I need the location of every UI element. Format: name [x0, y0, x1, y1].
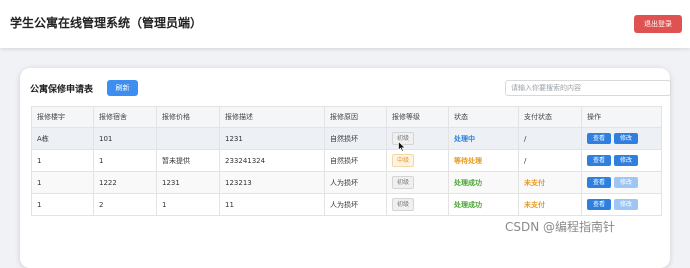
status-text: 处理成功 — [454, 178, 482, 187]
table-header-row: 报修楼宇 报修宿舍 报修价格 报修描述 报修原因 报修等级 状态 支付状态 操作 — [31, 106, 662, 128]
view-button[interactable]: 查看 — [587, 155, 611, 166]
reason-cell: 人为损坏 — [324, 193, 387, 216]
level-cell: 初级 — [386, 193, 449, 216]
top-bar: 学生公寓在线管理系统（管理员端） 退出登录 — [0, 0, 690, 48]
table-row[interactable]: 1 1222 1231 123213 人为损坏 初级 处理成功 未支付 查看 修改 — [31, 171, 662, 194]
mouse-cursor-icon — [398, 141, 406, 152]
column-header: 状态 — [448, 106, 519, 128]
column-header: 支付状态 — [518, 106, 582, 128]
building-cell: 1 — [31, 193, 94, 216]
column-header: 报修楼宇 — [31, 106, 94, 128]
edit-button[interactable]: 修改 — [614, 133, 638, 144]
status-text: 等待处理 — [454, 156, 482, 165]
price-cell: 1231 — [156, 171, 220, 194]
level-tag: 初级 — [392, 176, 415, 189]
payment-cell: / — [518, 149, 582, 172]
refresh-button[interactable]: 刷新 — [107, 80, 138, 96]
building-cell: 1 — [31, 149, 94, 172]
room-cell: 1222 — [93, 171, 157, 194]
repair-table: 报修楼宇 报修宿舍 报修价格 报修描述 报修原因 报修等级 状态 支付状态 操作… — [31, 106, 662, 216]
level-cell: 中级 — [386, 149, 449, 172]
search-input[interactable] — [505, 80, 671, 96]
view-button[interactable]: 查看 — [587, 177, 611, 188]
level-tag: 中级 — [392, 154, 415, 167]
column-header: 报修原因 — [324, 106, 387, 128]
column-header: 报修宿舍 — [93, 106, 157, 128]
room-cell: 1 — [93, 149, 157, 172]
table-row[interactable]: 1 1 暂未提供 233241324 自然损坏 中级 等待处理 / 查看 修改 — [31, 149, 662, 172]
payment-cell: / — [518, 127, 582, 150]
view-button[interactable]: 查看 — [587, 133, 611, 144]
status-cell: 处理成功 — [448, 193, 519, 216]
building-cell: A栋 — [31, 127, 94, 150]
payment-status: 未支付 — [524, 178, 545, 187]
repair-requests-card: 公寓保修申请表 刷新 报修楼宇 报修宿舍 报修价格 报修描述 报修原因 报修等级… — [20, 68, 671, 268]
table-row[interactable]: A栋 101 1231 自然损坏 初级 处理中 / 查看 修改 — [31, 127, 662, 150]
description-cell: 233241324 — [219, 149, 325, 172]
level-cell: 初级 — [386, 171, 449, 194]
app-title: 学生公寓在线管理系统（管理员端） — [10, 16, 203, 30]
column-header: 报修描述 — [219, 106, 325, 128]
price-cell: 暂未提供 — [156, 149, 220, 172]
description-cell: 11 — [219, 193, 325, 216]
level-cell: 初级 — [386, 127, 449, 150]
logout-button[interactable]: 退出登录 — [634, 15, 682, 33]
status-cell: 处理成功 — [448, 171, 519, 194]
table-row[interactable]: 1 2 1 11 人为损坏 初级 处理成功 未支付 查看 修改 — [31, 193, 662, 216]
actions-cell: 查看 修改 — [581, 149, 662, 172]
actions-cell: 查看 修改 — [581, 193, 662, 216]
room-cell: 2 — [93, 193, 157, 216]
description-cell: 123213 — [219, 171, 325, 194]
watermark: CSDN @编程指南针 — [505, 220, 616, 234]
column-header: 操作 — [581, 106, 662, 128]
payment-status: 未支付 — [524, 200, 545, 209]
card-title: 公寓保修申请表 — [30, 85, 94, 95]
building-cell: 1 — [31, 171, 94, 194]
edit-button[interactable]: 修改 — [614, 177, 638, 188]
column-header: 报修等级 — [386, 106, 449, 128]
description-cell: 1231 — [219, 127, 325, 150]
view-button[interactable]: 查看 — [587, 199, 611, 210]
payment-cell: 未支付 — [518, 193, 582, 216]
actions-cell: 查看 修改 — [581, 127, 662, 150]
level-tag: 初级 — [392, 198, 415, 211]
price-cell — [156, 127, 220, 150]
status-text: 处理成功 — [454, 200, 482, 209]
reason-cell: 自然损坏 — [324, 149, 387, 172]
edit-button[interactable]: 修改 — [614, 199, 638, 210]
edit-button[interactable]: 修改 — [614, 155, 638, 166]
reason-cell: 人为损坏 — [324, 171, 387, 194]
room-cell: 101 — [93, 127, 157, 150]
column-header: 报修价格 — [156, 106, 220, 128]
status-cell: 等待处理 — [448, 149, 519, 172]
actions-cell: 查看 修改 — [581, 171, 662, 194]
reason-cell: 自然损坏 — [324, 127, 387, 150]
status-text: 处理中 — [454, 134, 475, 143]
status-cell: 处理中 — [448, 127, 519, 150]
payment-cell: 未支付 — [518, 171, 582, 194]
price-cell: 1 — [156, 193, 220, 216]
